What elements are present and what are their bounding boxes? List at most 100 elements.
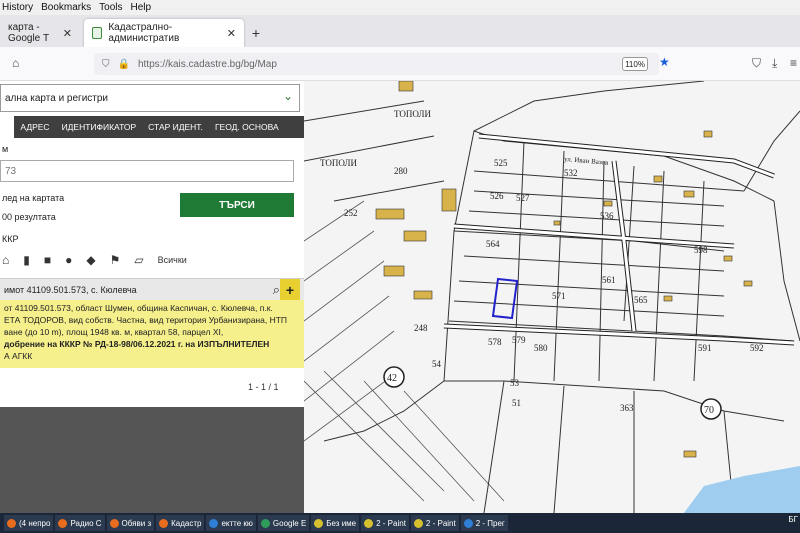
taskbar-item[interactable]: 2 - Прег — [460, 515, 508, 531]
square-icon[interactable]: ■ — [44, 253, 51, 267]
close-icon[interactable]: ✕ — [227, 27, 236, 40]
info-line: от 41109.501.573, област Шумен, община К… — [4, 303, 273, 313]
battery-icon[interactable]: ▮ — [23, 253, 30, 267]
taskbar-item[interactable]: Обяви з — [106, 515, 155, 531]
map-label-591: 591 — [698, 343, 712, 353]
map-label-532: 532 — [564, 168, 578, 178]
search-tabs: АДРЕС ИДЕНТИФИКАТОР СТАР ИДЕНТ. ГЕОД. ОС… — [0, 116, 304, 138]
map-label-579: 579 — [512, 335, 526, 345]
info-line: добрение на КККР № РД-18-98/06.12.2021 г… — [4, 339, 270, 349]
result-title: имот 41109.501.573, с. Кюлевча — [4, 284, 137, 295]
map-label-252: 252 — [344, 208, 358, 218]
tab-selected[interactable] — [0, 116, 15, 138]
flag-icon[interactable]: ⚑ — [110, 253, 121, 267]
download-icon[interactable]: ⤓ — [772, 56, 777, 71]
new-tab-button[interactable]: + — [244, 19, 268, 47]
pin-icon[interactable]: ● — [65, 253, 72, 267]
taskbar-item-label: ектте кю — [221, 518, 253, 528]
tab-identifier[interactable]: ИДЕНТИФИКАТОР — [56, 116, 143, 138]
tab-google-map[interactable]: карта - Google Т ✕ — [0, 19, 80, 47]
home-icon[interactable]: ⌂ — [12, 56, 19, 70]
results-count-label: 00 резултата — [2, 212, 56, 222]
paint-icon — [364, 518, 374, 528]
zoom-level[interactable]: 110% — [622, 57, 648, 71]
tab-geodetic-base[interactable]: ГЕОД. ОСНОВА — [209, 116, 285, 138]
menu-bookmarks[interactable]: Bookmarks — [41, 2, 91, 13]
tab-address[interactable]: АДРЕС — [14, 116, 55, 138]
map-label-592: 592 — [750, 343, 764, 353]
chevron-down-icon: ⌄ — [282, 89, 293, 103]
info-line: ване (до 10 m), площ 1948 кв. м, квартал… — [4, 327, 224, 337]
tab-label: Кадастрално-административ — [108, 22, 180, 44]
menu-tools[interactable]: Tools — [99, 2, 122, 13]
map-label-70: 70 — [704, 405, 714, 416]
edge-icon — [209, 518, 219, 528]
taskbar-item[interactable]: 2 - Paint — [361, 515, 409, 531]
info-line: ЕТА ТОДОРОВ, вид собств. Частна, вид тер… — [4, 315, 288, 325]
register-select[interactable]: ална карта и регистри ⌄ — [0, 84, 300, 112]
taskbar-item-label: Без име — [326, 518, 357, 528]
tab-old-identifier[interactable]: СТАР ИДЕНТ. — [142, 116, 209, 138]
map-label-578: 578 — [488, 337, 502, 347]
parcel-icon[interactable]: ▱ — [134, 253, 143, 267]
add-icon[interactable]: + — [280, 279, 300, 301]
menu-bar: History Bookmarks Tools Help — [0, 0, 800, 15]
all-label[interactable]: Всички — [158, 255, 187, 265]
taskbar-item[interactable]: (4 непро — [4, 515, 54, 531]
map-label-topoli-1: ТОПОЛИ — [394, 109, 432, 119]
map-label-525: 525 — [494, 158, 508, 168]
info-line: А АГКК — [4, 351, 33, 361]
close-icon[interactable]: ✕ — [63, 27, 72, 40]
menu-icon[interactable]: ≡ — [790, 56, 797, 70]
url-text: https://kais.cadastre.bg/bg/Map — [137, 58, 277, 70]
bookmark-star-icon[interactable]: ★ — [659, 55, 670, 69]
map-label-363: 363 — [620, 403, 634, 413]
result-info: от 41109.501.573, област Шумен, община К… — [0, 300, 304, 368]
taskbar-item[interactable]: Кадастр — [156, 515, 205, 531]
tab-cadastre[interactable]: Кадастрално-административ ✕ — [84, 19, 244, 47]
taskbar-item[interactable]: 2 - Paint — [410, 515, 459, 531]
pager: 1 - 1 / 1 — [248, 382, 279, 392]
lock-icon[interactable]: 🔒 — [118, 59, 130, 70]
identifier-input[interactable]: 73 — [0, 160, 294, 182]
kkkr-section-label: ККР — [2, 234, 19, 244]
taskbar-item[interactable]: Радио С — [55, 515, 105, 531]
chrome-icon — [260, 518, 270, 528]
language-indicator[interactable]: БГ — [788, 515, 798, 524]
firefox-icon — [109, 518, 119, 528]
map-label-54: 54 — [432, 359, 442, 369]
cadastre-favicon-icon — [92, 27, 103, 39]
cadastral-map[interactable]: ТОПОЛИ ТОПОЛИ ул. Иван Вазов 525 532 526… — [304, 81, 800, 513]
zoom-to-icon[interactable]: ⌕ — [273, 282, 280, 298]
map-label-571: 571 — [552, 291, 566, 301]
viewer-icon — [463, 518, 473, 528]
taskbar-item[interactable]: Без име — [311, 515, 360, 531]
taskbar-item[interactable]: ектте кю — [206, 515, 256, 531]
pocket-icon[interactable]: ⛉ — [752, 56, 761, 71]
taskbar-item-label: Обяви з — [121, 518, 152, 528]
map-label-564: 564 — [486, 239, 500, 249]
register-select-label: ална карта и регистри — [5, 92, 109, 104]
menu-help[interactable]: Help — [131, 2, 152, 13]
layers-icon[interactable]: ◆ — [86, 253, 95, 267]
map-label-51: 51 — [512, 398, 521, 408]
url-bar[interactable]: ⛉ 🔒 https://kais.cadastre.bg/bg/Map — [94, 53, 659, 75]
search-button[interactable]: ТЪРСИ — [180, 193, 294, 217]
map-canvas[interactable]: ТОПОЛИ ТОПОЛИ ул. Иван Вазов 525 532 526… — [304, 81, 800, 513]
shield-icon[interactable]: ⛉ — [102, 59, 110, 70]
menu-history[interactable]: History — [2, 2, 33, 13]
paint-icon — [413, 518, 423, 528]
house-icon[interactable]: ⌂ — [2, 253, 9, 267]
taskbar-item[interactable]: Google E — [257, 515, 310, 531]
map-label-526: 526 — [490, 191, 504, 201]
paint-icon — [314, 518, 324, 528]
result-header[interactable]: имот 41109.501.573, с. Кюлевча ⌕ + — [0, 278, 304, 301]
map-label-53: 53 — [510, 378, 520, 388]
map-label-580: 580 — [534, 343, 548, 353]
map-scope-label: лед на картата — [2, 193, 65, 203]
map-label-565: 565 — [634, 295, 648, 305]
layer-filter-row: ⌂ ▮ ■ ● ◆ ⚑ ▱ Всички — [0, 250, 300, 270]
taskbar-item-label: 2 - Paint — [425, 518, 456, 528]
map-label-598: 598 — [694, 245, 708, 255]
taskbar-item-label: Кадастр — [171, 518, 202, 528]
